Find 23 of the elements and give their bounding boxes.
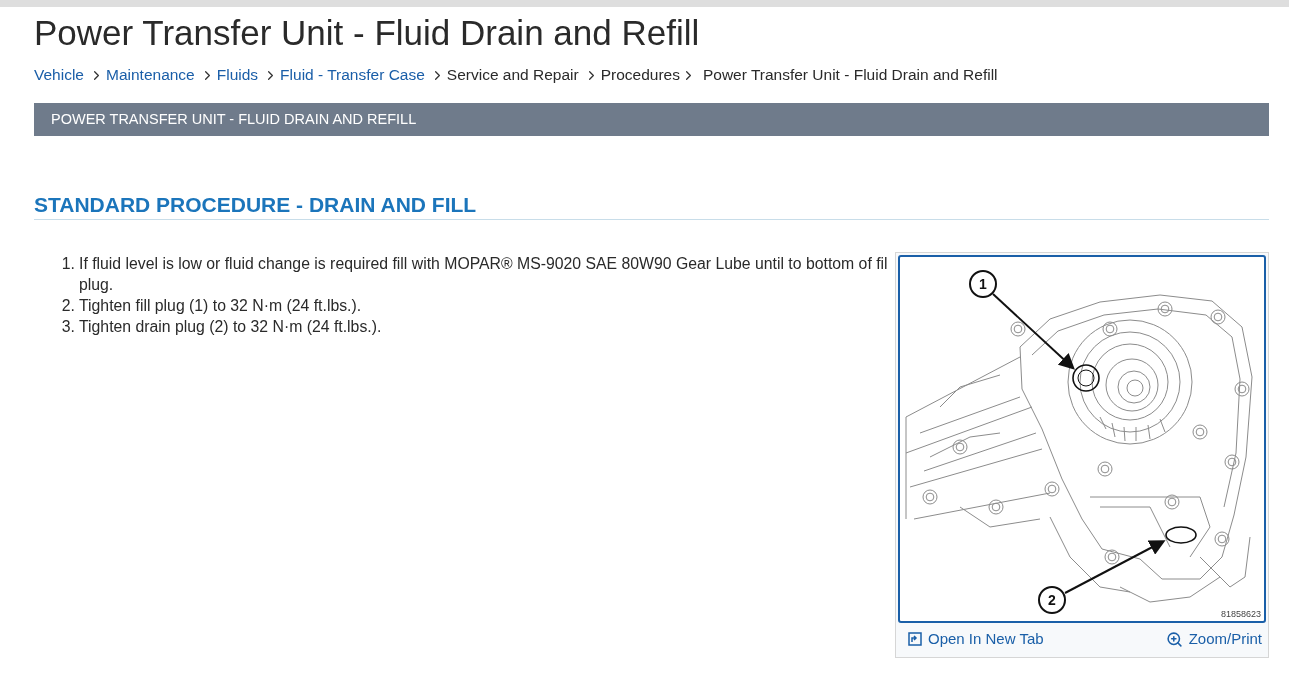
section-title: POWER TRANSFER UNIT - FLUID DRAIN AND REFILL [51, 109, 417, 129]
breadcrumb-link[interactable]: Fluid - Transfer Case [280, 65, 425, 85]
breadcrumb-link[interactable]: Maintenance [106, 65, 195, 85]
callout-number: 1 [969, 270, 997, 298]
zoom-in-icon [1165, 630, 1183, 648]
step-number: 3. [60, 317, 75, 337]
breadcrumb-link[interactable]: Vehicle [34, 65, 84, 85]
step-text: Tighten fill plug (1) to 32 N·m (24 ft.lbs.). [79, 296, 363, 316]
zoom-print-link[interactable]: Zoom/Print [1165, 627, 1262, 651]
callout-number: 2 [1038, 586, 1066, 614]
breadcrumb-link[interactable]: Fluids [216, 65, 259, 85]
step-text: Tighten drain plug (2) to 32 N·m (24 ft.lbs.). [79, 317, 383, 337]
step-text: If fluid level is low or fluid change is required fill with MOPAR® MS-9020 SAE 80W90 Gear Lube until to bottom of fil plug. [79, 254, 889, 295]
step-number: 1. [60, 254, 75, 274]
step-number: 2. [60, 296, 75, 316]
breadcrumb-item: Power Transfer Unit - Fluid Drain and Refill [702, 65, 998, 85]
figure-number: 81858623 [1220, 609, 1261, 620]
open-in-tab-icon [908, 632, 922, 646]
breadcrumb-item: Service and Repair [446, 65, 579, 85]
page-title: Power Transfer Unit - Fluid Drain and Refill [34, 12, 700, 54]
open-new-tab-link[interactable]: Open In New Tab [908, 627, 1044, 651]
breadcrumb-item: Procedures [600, 65, 680, 85]
procedure-heading: STANDARD PROCEDURE - DRAIN AND FILL [34, 192, 1269, 220]
